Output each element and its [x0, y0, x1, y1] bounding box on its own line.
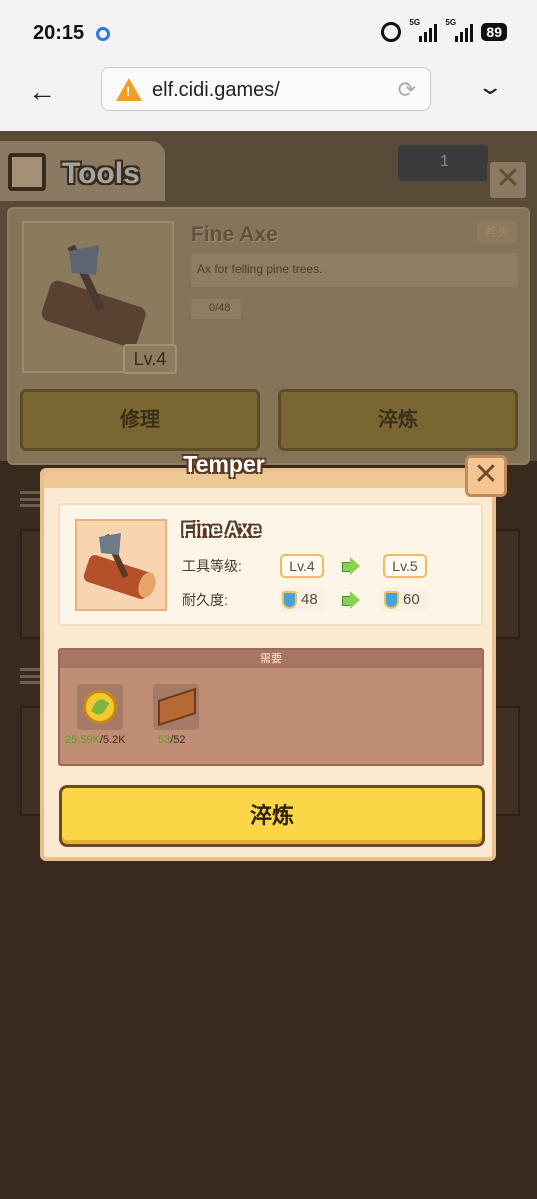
back-arrow-icon[interactable]: ← — [28, 76, 56, 108]
warning-icon: ! — [116, 78, 142, 101]
reload-icon[interactable]: ⟳ — [398, 77, 416, 103]
durability-value: 0/48 — [191, 299, 241, 319]
list-icon — [20, 668, 40, 684]
temper-dialog: Fine Axe 工具等级: Lv.4 Lv.5 耐久度: 48 60 需要 2… — [40, 468, 496, 861]
level-label: 工具等级: — [182, 558, 242, 574]
coin-slot — [77, 684, 123, 730]
wood-amount: 53/52 — [158, 734, 186, 746]
signal-icon: 5G — [409, 18, 438, 42]
status-bar: 20:15 5G 5G 89 — [0, 0, 537, 60]
arrow-right-icon — [342, 557, 360, 575]
player-level-badge: 1 — [398, 145, 488, 181]
item-name: Fine Axe — [191, 223, 278, 246]
level-current: Lv.4 — [280, 554, 324, 578]
temper-button[interactable]: 淬炼 — [59, 785, 485, 847]
item-level-badge: Lv.4 — [123, 344, 177, 374]
temper-open-button[interactable]: 淬炼 — [278, 389, 518, 451]
dialog-title: Temper — [183, 451, 265, 477]
clock: 20:15 — [33, 22, 85, 44]
upgrade-info-card: Fine Axe 工具等级: Lv.4 Lv.5 耐久度: 48 60 — [58, 503, 483, 626]
status-icons: 5G 5G 89 — [381, 18, 507, 42]
wood-slot — [153, 684, 199, 730]
dialog-header-bar — [44, 472, 492, 488]
wood-plank-icon — [158, 687, 196, 727]
repair-button[interactable]: 修理 — [20, 389, 260, 451]
axe-icon — [75, 519, 167, 611]
tools-title: Tools — [62, 157, 140, 190]
item-description: Ax for felling pine trees. — [191, 253, 518, 287]
close-icon[interactable]: ✕ — [487, 159, 529, 201]
shield-icon — [282, 591, 297, 609]
coin-icon — [83, 690, 117, 724]
shield-icon — [384, 591, 399, 609]
list-icon — [20, 491, 40, 507]
chevron-down-icon[interactable]: ⌄ — [476, 74, 504, 100]
alarm-icon — [381, 22, 402, 42]
battery-indicator: 89 — [481, 23, 507, 41]
item-name: Fine Axe — [182, 520, 261, 541]
browser-toolbar: ← ! elf.cidi.games/ ⟳ ⌄ — [0, 60, 537, 131]
coin-amount: 25.59K/5.2K — [65, 734, 126, 746]
level-next: Lv.5 — [383, 554, 427, 578]
toolbox-icon — [8, 153, 46, 191]
app-notification-icon — [96, 27, 110, 41]
item-tag: 斧头 — [477, 221, 517, 243]
durability-current: 48 — [279, 588, 325, 612]
tools-tab: Tools — [0, 141, 165, 201]
address-bar[interactable]: ! elf.cidi.games/ ⟳ — [101, 67, 431, 111]
game-canvas: Tools 1 ✕ Lv.4 Fine Axe 斧头 Ax for fellin… — [0, 131, 537, 1199]
requirements-header: 需要 — [60, 650, 482, 668]
durability-next: 60 — [381, 588, 427, 612]
signal-icon: 5G — [445, 18, 474, 42]
durability-label: 耐久度: — [182, 592, 228, 608]
arrow-right-icon — [342, 591, 360, 609]
close-icon[interactable]: ✕ — [465, 455, 507, 497]
url-text[interactable]: elf.cidi.games/ — [152, 79, 280, 102]
requirements-panel: 需要 25.59K/5.2K 53/52 — [58, 648, 484, 766]
